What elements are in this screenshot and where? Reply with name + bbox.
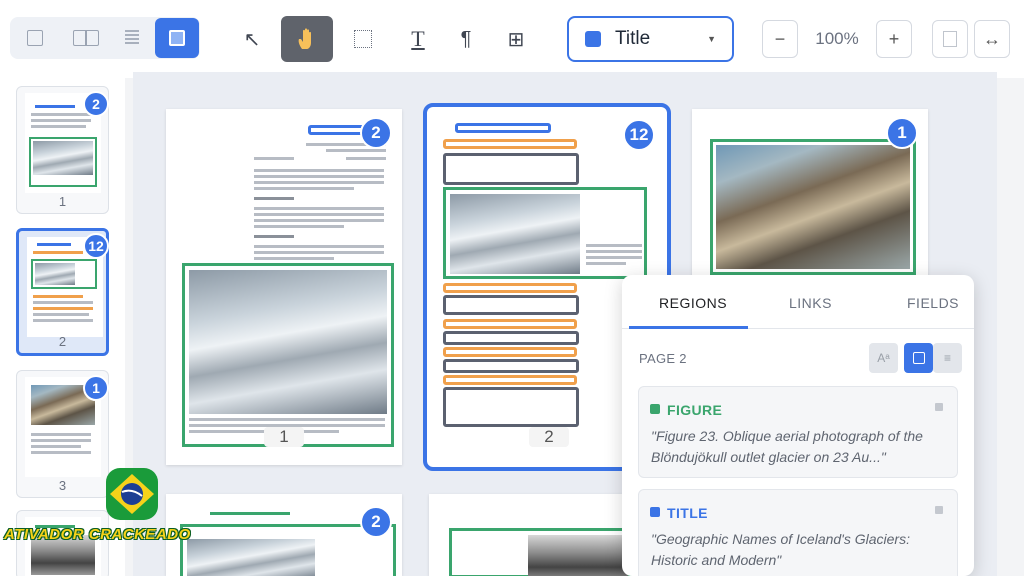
tab-fields[interactable]: FIELDS xyxy=(907,295,959,311)
select-tool-button[interactable]: ↖ xyxy=(226,16,278,62)
arrow-cursor-icon: ↖ xyxy=(243,28,261,51)
pilcrow-icon: ¶ xyxy=(460,27,472,50)
page-number: 1 xyxy=(264,427,304,447)
region-card-title[interactable]: TITLE "Geographic Names of Iceland's Gla… xyxy=(638,489,958,576)
region-count-badge: 1 xyxy=(886,117,918,149)
region-card-figure[interactable]: FIGURE "Figure 23. Oblique aerial photog… xyxy=(638,386,958,478)
list-display-mode-button[interactable]: ≡ xyxy=(933,343,962,373)
region-menu-icon[interactable] xyxy=(935,506,943,514)
fit-page-button[interactable] xyxy=(932,20,968,58)
text-lines-icon xyxy=(125,30,139,46)
tab-regions[interactable]: REGIONS xyxy=(659,295,727,311)
text-cursor-icon: T xyxy=(411,26,425,51)
text-region[interactable] xyxy=(443,153,579,185)
page-thumbnail-1[interactable]: 1 2 xyxy=(16,86,109,214)
region-type-swatch xyxy=(585,31,601,47)
region-text-preview: "Geographic Names of Iceland's Glaciers:… xyxy=(651,531,910,568)
box-icon xyxy=(912,352,925,364)
text-region[interactable] xyxy=(443,387,579,427)
box-display-mode-button[interactable] xyxy=(904,343,933,373)
aerial-glacier-photo xyxy=(189,270,387,414)
heading-region[interactable] xyxy=(443,347,577,357)
regions-panel: REGIONS LINKS FIELDS PAGE 2 Aᵃ ≡ FIGURE … xyxy=(622,275,974,576)
text-region-tool-button[interactable]: T xyxy=(392,16,444,62)
region-type-dropdown[interactable]: Title ▼ xyxy=(567,16,734,62)
view-mode-group xyxy=(10,17,200,59)
heading-region[interactable] xyxy=(443,319,577,329)
text-region[interactable] xyxy=(443,295,579,315)
region-type: FIGURE xyxy=(667,402,723,418)
text-region[interactable] xyxy=(443,331,579,345)
region-type: TITLE xyxy=(667,505,708,521)
panel-tabs: REGIONS LINKS FIELDS xyxy=(622,275,974,329)
heading-region[interactable] xyxy=(443,375,577,385)
table-grid-icon: ⊞ xyxy=(507,28,525,51)
two-page-view-button[interactable] xyxy=(64,18,108,58)
title-region[interactable] xyxy=(455,123,551,133)
thumbnail-page-number: 2 xyxy=(58,334,67,349)
figure-region[interactable] xyxy=(443,187,647,279)
font-size-icon: Aᵃ xyxy=(877,351,890,365)
text-region[interactable] xyxy=(443,359,579,373)
plus-icon: + xyxy=(888,28,900,49)
document-page-1[interactable]: 1 2 xyxy=(166,109,402,465)
single-page-icon xyxy=(27,30,43,46)
single-page-view-button[interactable] xyxy=(13,18,57,58)
table-tool-button[interactable]: ⊞ xyxy=(490,16,542,62)
region-color-swatch xyxy=(650,507,660,517)
pan-tool-button[interactable] xyxy=(281,16,333,62)
mountain-aerial-photo xyxy=(716,145,910,269)
region-count-badge: 2 xyxy=(360,117,392,149)
heading-region[interactable] xyxy=(443,283,577,293)
hand-icon xyxy=(298,28,311,49)
figure-region[interactable] xyxy=(449,528,649,576)
page-thumbnail-2[interactable]: 2 12 xyxy=(16,228,109,356)
zoom-level: 100% xyxy=(815,29,859,48)
page-number: 2 xyxy=(529,427,569,447)
figure-region[interactable] xyxy=(182,263,394,447)
watermark-logo: ATIVADOR CRACKEADO xyxy=(4,462,219,576)
region-count-badge: 1 xyxy=(83,375,109,401)
region-type-label: Title xyxy=(615,28,651,49)
zoom-in-button[interactable]: + xyxy=(876,20,912,58)
region-count-badge: 12 xyxy=(83,233,109,259)
thumbnail-page-number: 1 xyxy=(58,194,67,209)
black-white-photo xyxy=(528,535,628,576)
text-view-button[interactable] xyxy=(110,18,154,58)
fit-page-icon xyxy=(943,31,957,47)
region-count-badge: 2 xyxy=(83,91,109,117)
full-page-icon xyxy=(169,30,185,46)
heading-region[interactable] xyxy=(443,139,577,149)
fit-width-button[interactable]: ↔ xyxy=(974,20,1010,58)
watermark-text: ATIVADOR CRACKEADO xyxy=(4,526,191,543)
region-color-swatch xyxy=(650,404,660,414)
minus-icon: − xyxy=(774,28,786,49)
active-tab-indicator xyxy=(629,326,748,329)
draw-region-tool-button[interactable] xyxy=(337,16,389,62)
text-display-mode-button[interactable]: Aᵃ xyxy=(869,343,898,373)
horizontal-arrows-icon: ↔ xyxy=(983,28,1001,49)
two-page-icon xyxy=(73,30,99,46)
brazil-flag-icon xyxy=(106,468,158,520)
list-icon: ≡ xyxy=(943,351,951,365)
full-page-view-button[interactable] xyxy=(155,18,199,58)
paragraph-tool-button[interactable]: ¶ xyxy=(440,16,492,62)
zoom-out-button[interactable]: − xyxy=(762,20,798,58)
chevron-down-icon: ▼ xyxy=(707,34,716,44)
aerial-glacier-photo xyxy=(450,194,580,274)
dotted-rectangle-icon xyxy=(354,30,372,48)
region-count-badge: 12 xyxy=(623,119,655,151)
region-count-badge: 2 xyxy=(360,506,392,538)
page-label: PAGE 2 xyxy=(639,351,687,366)
toolbar: ↖ T ¶ ⊞ Title ▼ − 100% + ↔ xyxy=(0,0,1024,78)
region-text-preview: "Figure 23. Oblique aerial photograph of… xyxy=(651,428,923,465)
region-menu-icon[interactable] xyxy=(935,403,943,411)
figure-region[interactable] xyxy=(710,139,916,275)
tab-links[interactable]: LINKS xyxy=(789,295,832,311)
